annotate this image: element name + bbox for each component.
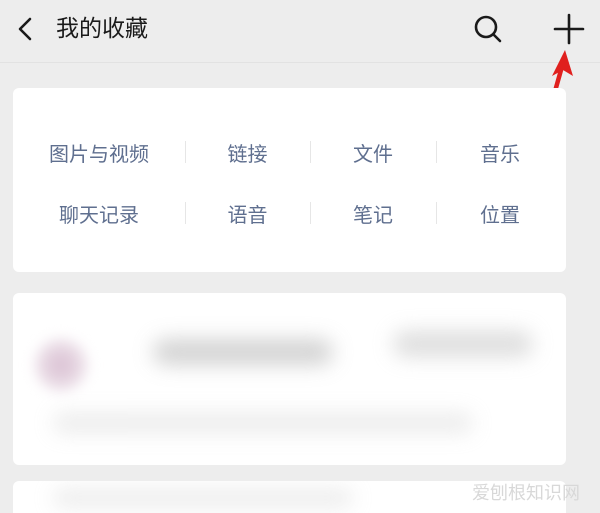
search-icon[interactable] [470,11,506,47]
category-location[interactable]: 位置 [436,193,564,233]
category-chat-history[interactable]: 聊天记录 [13,193,185,233]
category-images-videos[interactable]: 图片与视频 [13,132,185,172]
category-music[interactable]: 音乐 [436,132,564,172]
page-title: 我的收藏 [56,16,148,42]
blurred-content [393,331,533,357]
category-files[interactable]: 文件 [310,132,436,172]
favorites-screen: 我的收藏 图片与视频 链接 文件 音乐 聊天记录 语音 笔记 位置 爱刨根知识网 [0,0,600,513]
category-links[interactable]: 链接 [185,132,310,172]
category-row: 图片与视频 链接 文件 音乐 [13,132,566,172]
category-row: 聊天记录 语音 笔记 位置 [13,193,566,233]
top-bar: 我的收藏 [0,0,600,63]
blurred-content [53,413,473,433]
watermark: 爱刨根知识网 [472,483,580,504]
blurred-content [53,489,353,507]
category-card: 图片与视频 链接 文件 音乐 聊天记录 语音 笔记 位置 [13,88,566,272]
favorite-thumbnail [33,337,89,393]
category-notes[interactable]: 笔记 [310,193,436,233]
plus-icon[interactable] [550,10,588,48]
category-voice[interactable]: 语音 [185,193,310,233]
favorite-item[interactable] [13,293,566,465]
blurred-content [153,339,333,365]
chevron-left-icon[interactable] [12,14,40,44]
